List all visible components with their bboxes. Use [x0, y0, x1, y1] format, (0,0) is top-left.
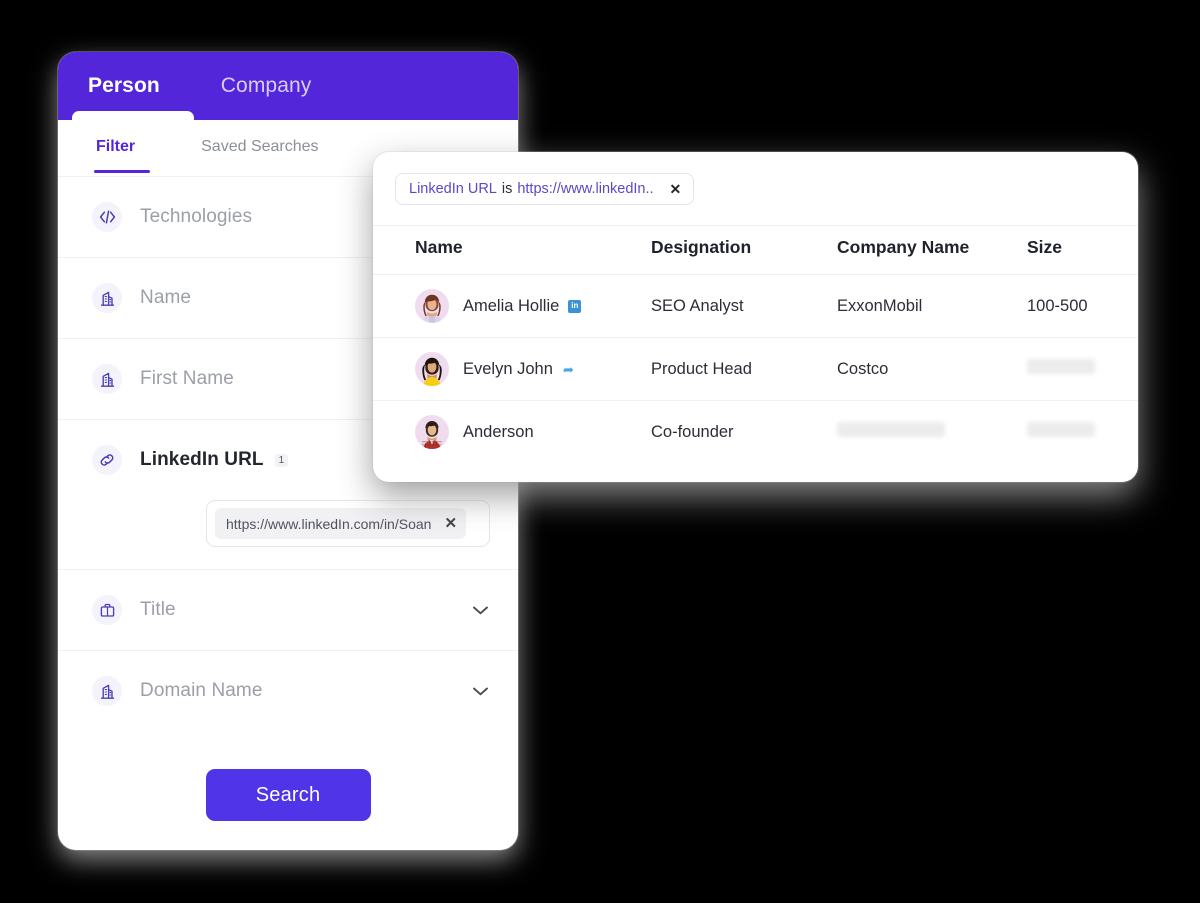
cell-size: 100-500 — [1027, 274, 1138, 338]
column-header-name[interactable]: Name — [373, 225, 651, 275]
cell-company-name — [837, 401, 1027, 464]
results-table: Name Designation Company Name Size Ameli… — [373, 225, 1138, 464]
link-icon — [92, 445, 122, 475]
cell-designation: Product Head — [651, 337, 837, 401]
cell-size — [1027, 401, 1138, 464]
linkedin-url-value-area: https://www.linkedIn.com/in/Soan ✕ — [58, 500, 518, 569]
chevron-down-icon[interactable] — [471, 685, 490, 697]
cell-size — [1027, 337, 1138, 401]
twitter-icon[interactable]: ➦ — [562, 363, 575, 376]
filter-label: Technologies — [140, 206, 253, 227]
linkedin-url-input[interactable]: https://www.linkedIn.com/in/Soan ✕ — [206, 500, 490, 547]
cell-name: Evelyn John ➦ — [373, 337, 651, 401]
applied-filters-bar: LinkedIn URL is https://www.linkedIn.. ✕ — [373, 152, 1138, 225]
chip-value: https://www.linkedIn.. — [517, 180, 654, 197]
building-icon — [92, 283, 122, 313]
url-value-chip[interactable]: https://www.linkedIn.com/in/Soan ✕ — [215, 508, 467, 539]
filter-label: Name — [140, 287, 192, 308]
panel-header-tabs: Person Company — [58, 52, 518, 120]
applied-filter-chip[interactable]: LinkedIn URL is https://www.linkedIn.. ✕ — [395, 172, 695, 205]
person-name: Evelyn John — [463, 359, 553, 378]
building-icon — [92, 364, 122, 394]
filter-count-badge: 1 — [274, 453, 289, 467]
cell-designation: SEO Analyst — [651, 274, 837, 338]
filter-label: Domain Name — [140, 680, 263, 701]
active-tab-indicator — [72, 111, 194, 120]
header-tab-company[interactable]: Company — [221, 74, 312, 115]
filter-label: LinkedIn URL — [140, 449, 264, 470]
tab-saved-searches[interactable]: Saved Searches — [201, 138, 318, 159]
linkedin-icon[interactable]: in — [568, 299, 582, 313]
close-icon[interactable]: ✕ — [670, 182, 682, 196]
header-tab-person[interactable]: Person — [88, 74, 160, 115]
code-icon — [92, 202, 122, 232]
column-header-company-name[interactable]: Company Name — [837, 225, 1027, 275]
avatar — [415, 352, 449, 386]
chip-field: LinkedIn URL — [409, 180, 497, 197]
briefcase-icon — [92, 595, 122, 625]
column-header-size[interactable]: Size — [1027, 225, 1138, 275]
person-name: Anderson — [463, 422, 534, 441]
person-name: Amelia Hollie — [463, 296, 560, 315]
redacted-value — [837, 422, 945, 438]
filter-row-domain-name[interactable]: Domain Name — [58, 650, 518, 731]
avatar — [415, 289, 449, 323]
cell-company-name: Costco — [837, 337, 1027, 401]
filter-label: First Name — [140, 368, 234, 389]
column-header-designation[interactable]: Designation — [651, 225, 837, 275]
url-value-text: https://www.linkedIn.com/in/Soan — [226, 515, 432, 532]
table-row[interactable]: Anderson Co-founder — [373, 401, 1138, 464]
search-button[interactable]: Search — [205, 769, 371, 821]
cell-company-name: ExxonMobil — [837, 274, 1027, 338]
redacted-value — [1027, 422, 1095, 438]
avatar — [415, 415, 449, 450]
table-row[interactable]: Amelia Hollie in SEO Analyst ExxonMobil … — [373, 274, 1138, 338]
tab-filter[interactable]: Filter — [93, 138, 151, 173]
table-header-row: Name Designation Company Name Size — [373, 225, 1138, 275]
filter-label: Title — [140, 599, 176, 620]
filter-row-title[interactable]: Title — [58, 569, 518, 650]
redacted-value — [1027, 359, 1095, 374]
chip-operator: is — [501, 180, 513, 197]
building-icon — [92, 676, 122, 706]
chevron-down-icon[interactable] — [471, 604, 490, 616]
cell-designation: Co-founder — [651, 422, 734, 441]
cell-name: Anderson — [373, 401, 651, 464]
results-panel: LinkedIn URL is https://www.linkedIn.. ✕… — [373, 152, 1138, 482]
search-button-area: Search — [58, 731, 518, 821]
cell-name: Amelia Hollie in — [373, 274, 651, 338]
table-row[interactable]: Evelyn John ➦ Product Head Costco — [373, 337, 1138, 401]
close-icon[interactable]: ✕ — [444, 516, 457, 531]
